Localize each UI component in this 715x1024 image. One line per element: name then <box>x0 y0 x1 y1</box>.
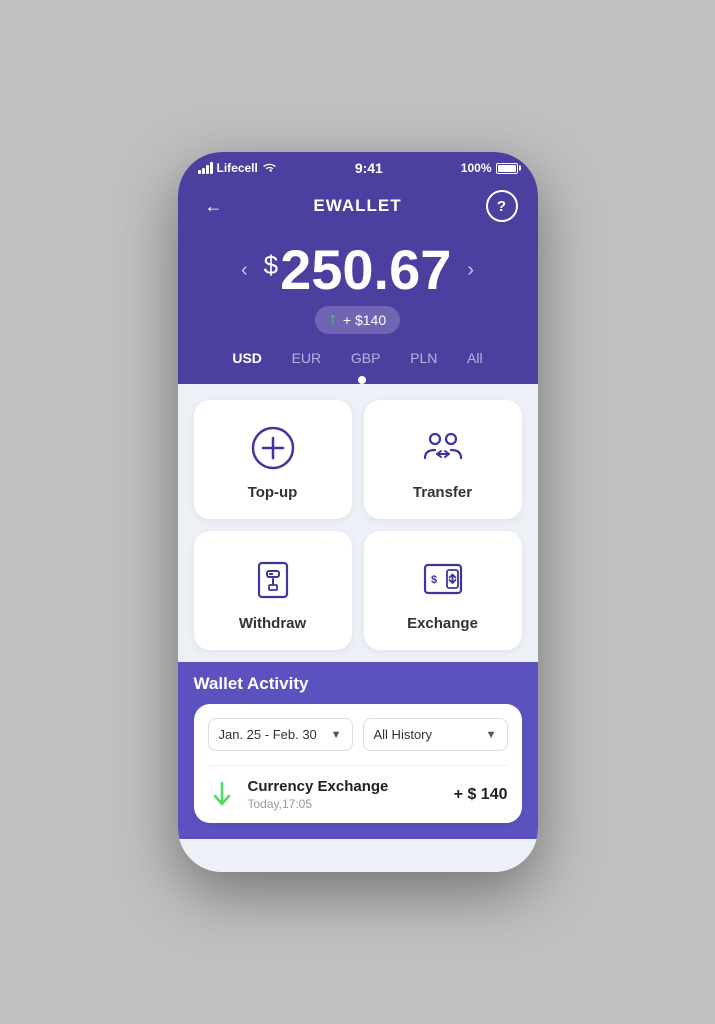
exchange-card[interactable]: $ Exchange <box>364 531 522 650</box>
transaction-arrow-icon <box>208 781 236 809</box>
balance-value: 250.67 <box>280 242 451 298</box>
phone-frame: Lifecell 9:41 100% ← EWALLET ? ‹ <box>178 152 538 872</box>
history-filter-label: All History <box>374 727 433 742</box>
date-filter-button[interactable]: Jan. 25 - Feb. 30 ▼ <box>208 718 353 751</box>
transaction-amount: + $ 140 <box>454 786 508 804</box>
status-bar: Lifecell 9:41 100% <box>178 152 538 180</box>
withdraw-card[interactable]: Withdraw <box>194 531 352 650</box>
signal-bars <box>198 162 213 174</box>
app-header: ← EWALLET ? <box>178 180 538 232</box>
status-left: Lifecell <box>198 161 277 176</box>
transaction-name: Currency Exchange <box>248 778 442 795</box>
badge-amount: + $140 <box>343 312 386 328</box>
topup-label: Top-up <box>248 484 298 501</box>
tab-pln[interactable]: PLN <box>402 346 445 370</box>
balance-section: ‹ $ 250.67 › ↑ + $140 USD EUR GBP PLN Al… <box>178 232 538 384</box>
balance-amount: $ 250.67 <box>264 242 452 298</box>
history-filter-arrow-icon: ▼ <box>486 729 497 741</box>
withdraw-icon <box>247 553 299 605</box>
currency-symbol: $ <box>264 250 278 281</box>
back-button[interactable]: ← <box>198 190 230 222</box>
help-button[interactable]: ? <box>486 190 518 222</box>
filter-row: Jan. 25 - Feb. 30 ▼ All History ▼ <box>208 718 508 751</box>
tab-indicator <box>358 376 366 384</box>
transaction-info: Currency Exchange Today,17:05 <box>248 778 442 811</box>
history-filter-button[interactable]: All History ▼ <box>363 718 508 751</box>
withdraw-label: Withdraw <box>239 615 306 632</box>
battery-icon <box>496 163 518 174</box>
transfer-icon <box>417 422 469 474</box>
exchange-icon: $ <box>417 553 469 605</box>
currency-tabs: USD EUR GBP PLN All <box>198 334 518 370</box>
svg-text:$: $ <box>431 574 437 586</box>
transfer-label: Transfer <box>413 484 472 501</box>
tab-gbp[interactable]: GBP <box>343 346 389 370</box>
date-filter-label: Jan. 25 - Feb. 30 <box>219 727 317 742</box>
topup-icon <box>247 422 299 474</box>
wallet-activity-section: Wallet Activity Jan. 25 - Feb. 30 ▼ All … <box>178 662 538 839</box>
tab-all[interactable]: All <box>459 346 491 370</box>
tab-usd[interactable]: USD <box>224 346 270 370</box>
status-time: 9:41 <box>355 160 383 176</box>
transfer-card[interactable]: Transfer <box>364 400 522 519</box>
carrier-label: Lifecell <box>217 161 258 175</box>
activity-card: Jan. 25 - Feb. 30 ▼ All History ▼ <box>194 704 522 823</box>
main-content: Top-up <box>178 384 538 872</box>
tab-eur[interactable]: EUR <box>284 346 330 370</box>
wifi-icon <box>262 161 277 176</box>
balance-prev-button[interactable]: ‹ <box>237 255 252 286</box>
topup-card[interactable]: Top-up <box>194 400 352 519</box>
wallet-activity-title: Wallet Activity <box>194 674 522 694</box>
status-right: 100% <box>461 161 518 175</box>
date-filter-arrow-icon: ▼ <box>331 729 342 741</box>
tab-indicator-row <box>330 370 386 384</box>
transaction-time: Today,17:05 <box>248 797 442 811</box>
balance-next-button[interactable]: › <box>463 255 478 286</box>
table-row: Currency Exchange Today,17:05 + $ 140 <box>208 765 508 823</box>
badge-arrow-icon: ↑ <box>329 311 337 329</box>
battery-percent: 100% <box>461 161 492 175</box>
page-title: EWALLET <box>313 196 401 216</box>
balance-row: ‹ $ 250.67 › <box>198 242 518 298</box>
exchange-label: Exchange <box>407 615 478 632</box>
action-grid: Top-up <box>178 384 538 662</box>
balance-badge: ↑ + $140 <box>315 306 400 334</box>
